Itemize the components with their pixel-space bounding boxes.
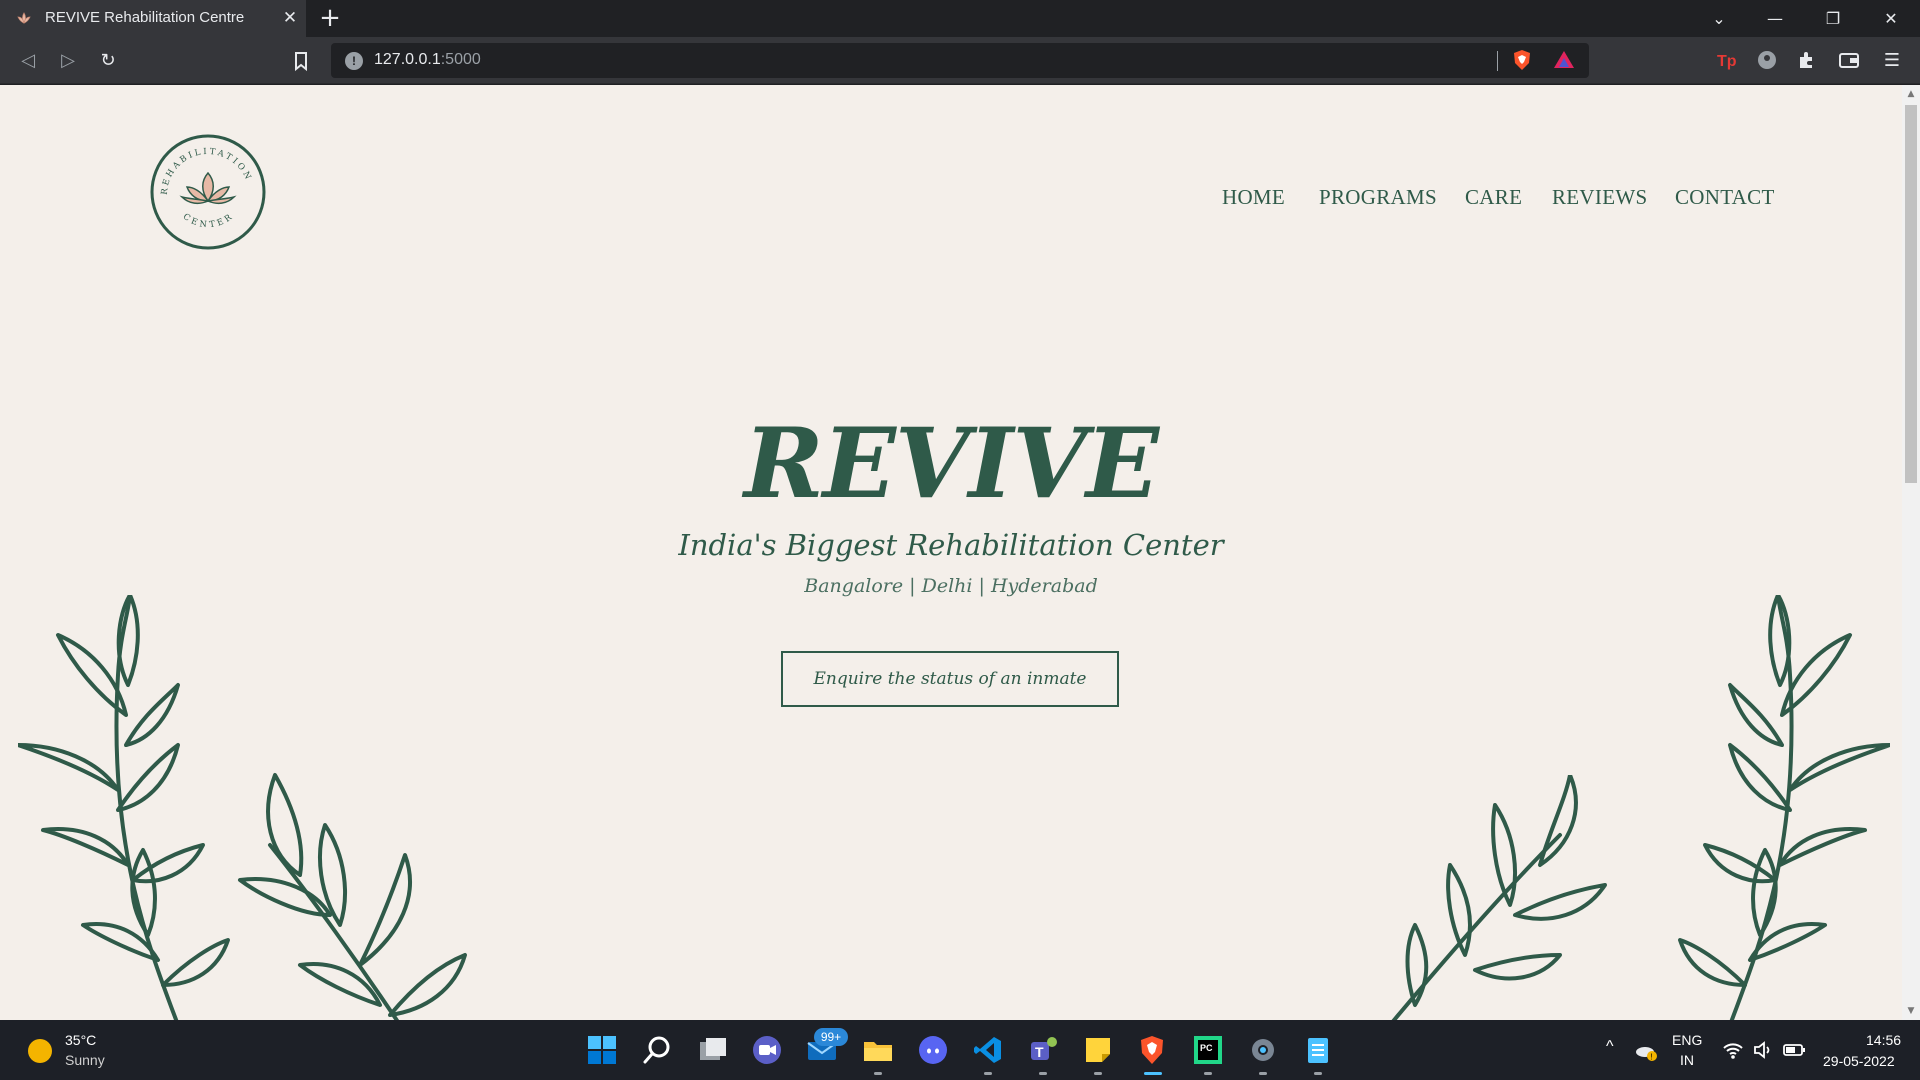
leaf-branch-right-outer-icon bbox=[1678, 595, 1890, 1020]
windows-taskbar: 35°C Sunny 99+ T PC ^ ! ENG IN 14:56 29-… bbox=[0, 1020, 1920, 1080]
extension-tp-icon[interactable]: Tp bbox=[1716, 49, 1738, 71]
forward-icon[interactable]: ▷ bbox=[54, 47, 82, 75]
extensions-puzzle-icon[interactable] bbox=[1796, 49, 1818, 71]
brave-browser-icon[interactable] bbox=[1136, 1034, 1168, 1066]
discord-icon[interactable] bbox=[917, 1034, 949, 1066]
settings-running-indicator bbox=[1259, 1072, 1267, 1075]
brave-rewards-icon[interactable] bbox=[1553, 49, 1575, 71]
pycharm-icon[interactable]: PC bbox=[1192, 1034, 1224, 1066]
leaf-branch-left-inner-icon bbox=[238, 773, 467, 1020]
sticky-notes-icon[interactable] bbox=[1082, 1034, 1114, 1066]
hero-subtitle: India's Biggest Rehabilitation Center bbox=[678, 528, 1224, 562]
bookmark-icon[interactable] bbox=[290, 50, 312, 72]
sticky-running-indicator bbox=[1094, 1072, 1102, 1075]
wallet-icon[interactable] bbox=[1838, 49, 1860, 71]
vscode-icon[interactable] bbox=[972, 1034, 1004, 1066]
svg-text:!: ! bbox=[1651, 1053, 1653, 1062]
onedrive-warning-icon[interactable]: ! bbox=[1634, 1040, 1658, 1064]
tab-active[interactable]: REVIVE Rehabilitation Centre ✕ bbox=[0, 0, 306, 37]
svg-text:PC: PC bbox=[1200, 1043, 1213, 1053]
address-bar[interactable]: ! 127.0.0.1:5000 bbox=[331, 43, 1589, 78]
clock-time[interactable]: 14:56 bbox=[1866, 1032, 1901, 1048]
restore-icon[interactable]: ❐ bbox=[1810, 0, 1856, 37]
nav-programs[interactable]: PROGRAMS bbox=[1319, 185, 1437, 210]
tab-close-icon[interactable]: ✕ bbox=[280, 8, 300, 28]
extension-circle-icon[interactable] bbox=[1756, 49, 1778, 71]
brave-shields-icon[interactable] bbox=[1511, 49, 1533, 71]
svg-text:CENTER: CENTER bbox=[181, 211, 236, 230]
wifi-icon[interactable] bbox=[1722, 1040, 1744, 1060]
settings-gear-icon[interactable] bbox=[1247, 1034, 1279, 1066]
browser-toolbar: ◁ ▷ ↻ ! 127.0.0.1:5000 Tp ☰ bbox=[0, 37, 1920, 84]
teams-chat-icon[interactable] bbox=[751, 1034, 783, 1066]
svg-text:Tp: Tp bbox=[1717, 53, 1737, 70]
weather-temperature[interactable]: 35°C bbox=[65, 1032, 96, 1048]
notepad-running-indicator bbox=[1314, 1072, 1322, 1075]
tray-overflow-chevron-icon[interactable]: ^ bbox=[1606, 1038, 1614, 1056]
nav-contact[interactable]: CONTACT bbox=[1675, 185, 1775, 210]
brave-active-indicator bbox=[1144, 1072, 1162, 1075]
rehabilitation-center-logo[interactable]: REHABILITATION CENTER bbox=[149, 133, 267, 251]
new-tab-button[interactable]: + bbox=[318, 5, 342, 31]
vscode-running-indicator bbox=[984, 1072, 992, 1075]
scroll-up-icon[interactable]: ▲ bbox=[1902, 87, 1920, 101]
pycharm-running-indicator bbox=[1204, 1072, 1212, 1075]
sun-weather-icon[interactable] bbox=[28, 1039, 52, 1063]
nav-care[interactable]: CARE bbox=[1465, 185, 1522, 210]
reload-icon[interactable]: ↻ bbox=[94, 47, 122, 75]
back-icon[interactable]: ◁ bbox=[14, 47, 42, 75]
page-viewport: REHABILITATION CENTER HOME PROGRAMS CARE… bbox=[0, 85, 1902, 1020]
enquire-inmate-button[interactable]: Enquire the status of an inmate bbox=[781, 651, 1119, 707]
task-view-icon[interactable] bbox=[697, 1034, 729, 1066]
hero-cities: Bangalore | Delhi | Hyderabad bbox=[804, 575, 1098, 597]
nav-home[interactable]: HOME bbox=[1222, 185, 1285, 210]
tab-strip: REVIVE Rehabilitation Centre ✕ + ⌄ — ❐ ✕ bbox=[0, 0, 1920, 37]
page-scrollbar[interactable]: ▲ ▼ bbox=[1902, 85, 1920, 1020]
svg-text:T: T bbox=[1035, 1044, 1044, 1060]
file-explorer-icon[interactable] bbox=[862, 1034, 894, 1066]
scrollbar-thumb[interactable] bbox=[1905, 105, 1917, 483]
notepad-icon[interactable] bbox=[1302, 1034, 1334, 1066]
minimize-icon[interactable]: — bbox=[1752, 0, 1798, 37]
close-window-icon[interactable]: ✕ bbox=[1868, 0, 1914, 37]
teams-running-indicator bbox=[1039, 1072, 1047, 1075]
scroll-down-icon[interactable]: ▼ bbox=[1902, 1004, 1920, 1018]
leaf-branch-right-inner-icon bbox=[1391, 775, 1607, 1020]
language-region[interactable]: IN bbox=[1680, 1052, 1694, 1068]
language-indicator[interactable]: ENG bbox=[1672, 1032, 1702, 1048]
teams-icon[interactable]: T bbox=[1027, 1034, 1059, 1066]
tab-title: REVIVE Rehabilitation Centre bbox=[45, 9, 245, 26]
nav-reviews[interactable]: REVIEWS bbox=[1552, 185, 1647, 210]
omnibox-divider bbox=[1497, 51, 1498, 71]
windows-start-icon[interactable] bbox=[586, 1034, 618, 1066]
hero-title: REVIVE bbox=[744, 407, 1159, 520]
url-text[interactable]: 127.0.0.1:5000 bbox=[374, 51, 481, 69]
clock-date[interactable]: 29-05-2022 bbox=[1823, 1053, 1895, 1069]
site-info-icon[interactable]: ! bbox=[345, 52, 363, 70]
tab-search-chevron-icon[interactable]: ⌄ bbox=[1696, 0, 1742, 37]
battery-icon[interactable] bbox=[1782, 1040, 1806, 1060]
lotus-favicon-icon bbox=[17, 12, 31, 24]
explorer-running-indicator bbox=[874, 1072, 882, 1075]
menu-icon[interactable]: ☰ bbox=[1878, 47, 1906, 75]
search-icon[interactable] bbox=[641, 1034, 673, 1066]
weather-condition[interactable]: Sunny bbox=[65, 1052, 105, 1068]
volume-icon[interactable] bbox=[1752, 1040, 1774, 1060]
mail-unread-badge: 99+ bbox=[814, 1028, 848, 1046]
leaf-branch-left-outer-icon bbox=[18, 595, 230, 1020]
